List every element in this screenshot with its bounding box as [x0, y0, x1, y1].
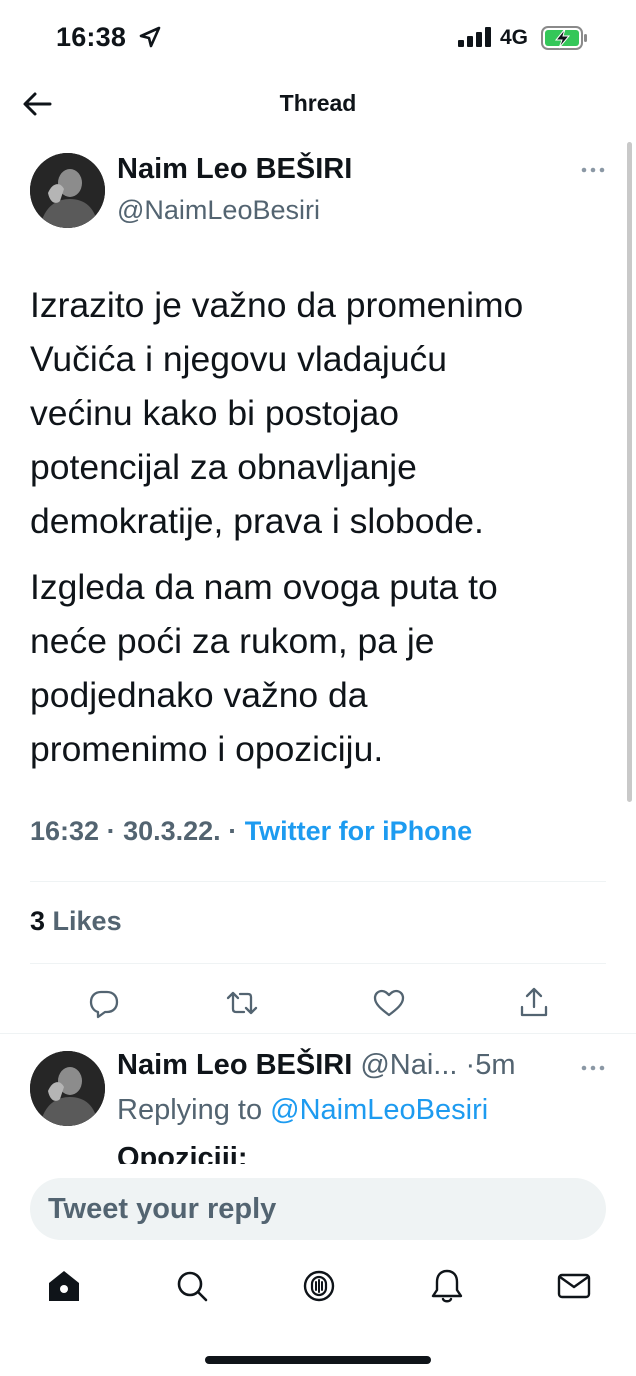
likes-number: 3 — [30, 906, 46, 936]
meta-separator: · — [228, 816, 245, 846]
reply-icon[interactable] — [86, 985, 122, 1021]
status-time: 16:38 — [56, 22, 127, 52]
meta-separator: · — [106, 816, 124, 846]
likes-count[interactable]: 3 Likes — [30, 906, 122, 937]
reply-text-clip: Opoziciji: — [117, 1138, 597, 1164]
replying-to-mention[interactable]: @NaimLeoBesiri — [270, 1094, 488, 1126]
page-title: Thread — [279, 90, 357, 116]
like-icon[interactable] — [371, 985, 407, 1021]
reply-author-name[interactable]: Naim Leo BEŠIRI — [117, 1049, 352, 1081]
location-arrow-icon — [139, 26, 161, 48]
reply-author-avatar[interactable] — [30, 1051, 105, 1126]
reply-separator: · — [465, 1049, 476, 1081]
author-avatar[interactable] — [30, 153, 105, 228]
reply-author-handle[interactable]: @Nai... — [360, 1049, 457, 1081]
home-indicator[interactable] — [205, 1356, 431, 1364]
tweet-paragraph: Izrazito je važno da promenimo Vučića i … — [30, 285, 524, 541]
reply-text: Opoziciji: — [117, 1142, 248, 1164]
signal-icon — [458, 27, 491, 47]
replying-to: Replying to @NaimLeoBesiri — [117, 1094, 488, 1127]
reply-time: 5m — [475, 1049, 516, 1081]
tweet-actions — [0, 985, 636, 1025]
search-icon[interactable] — [172, 1266, 212, 1306]
compose-area — [0, 1166, 636, 1376]
divider — [30, 963, 606, 964]
author-name[interactable]: Naim Leo BEŠIRI — [117, 153, 352, 186]
messages-icon[interactable] — [554, 1266, 594, 1306]
author-handle[interactable]: @NaimLeoBesiri — [117, 195, 320, 226]
notifications-icon[interactable] — [427, 1266, 467, 1306]
status-bar: 16:38 4G — [0, 0, 636, 76]
battery-charging-icon — [541, 26, 587, 50]
reply-input[interactable] — [30, 1178, 606, 1240]
likes-label: Likes — [52, 906, 122, 936]
tweet-source-link[interactable]: Twitter for iPhone — [245, 816, 473, 846]
replying-to-label: Replying to — [117, 1094, 263, 1126]
more-options-icon[interactable] — [580, 160, 606, 180]
avatar-photo — [30, 153, 105, 228]
tweet-text: Izrazito je važno da promenimo Vučića i … — [30, 278, 620, 788]
divider — [30, 881, 606, 882]
reply-header: Naim Leo BEŠIRI @Nai... ·5m — [117, 1049, 516, 1082]
network-label: 4G — [500, 26, 529, 49]
spaces-icon[interactable] — [299, 1266, 339, 1306]
avatar-photo — [30, 1051, 105, 1126]
tweet-meta: 16:32 · 30.3.22. · Twitter for iPhone — [30, 816, 472, 847]
scrollbar[interactable] — [627, 142, 632, 802]
nav-header: Thread — [0, 76, 636, 132]
share-icon[interactable] — [516, 985, 552, 1021]
tab-bar — [0, 1266, 636, 1316]
tweet-time: 16:32 — [30, 816, 100, 846]
retweet-icon[interactable] — [224, 985, 260, 1021]
reply-more-options-icon[interactable] — [580, 1058, 606, 1078]
tweet-date: 30.3.22. — [123, 816, 221, 846]
home-icon[interactable] — [44, 1266, 84, 1306]
tweet-paragraph: Izgleda da nam ovoga puta to neće poći z… — [30, 567, 498, 769]
divider — [0, 1033, 636, 1034]
